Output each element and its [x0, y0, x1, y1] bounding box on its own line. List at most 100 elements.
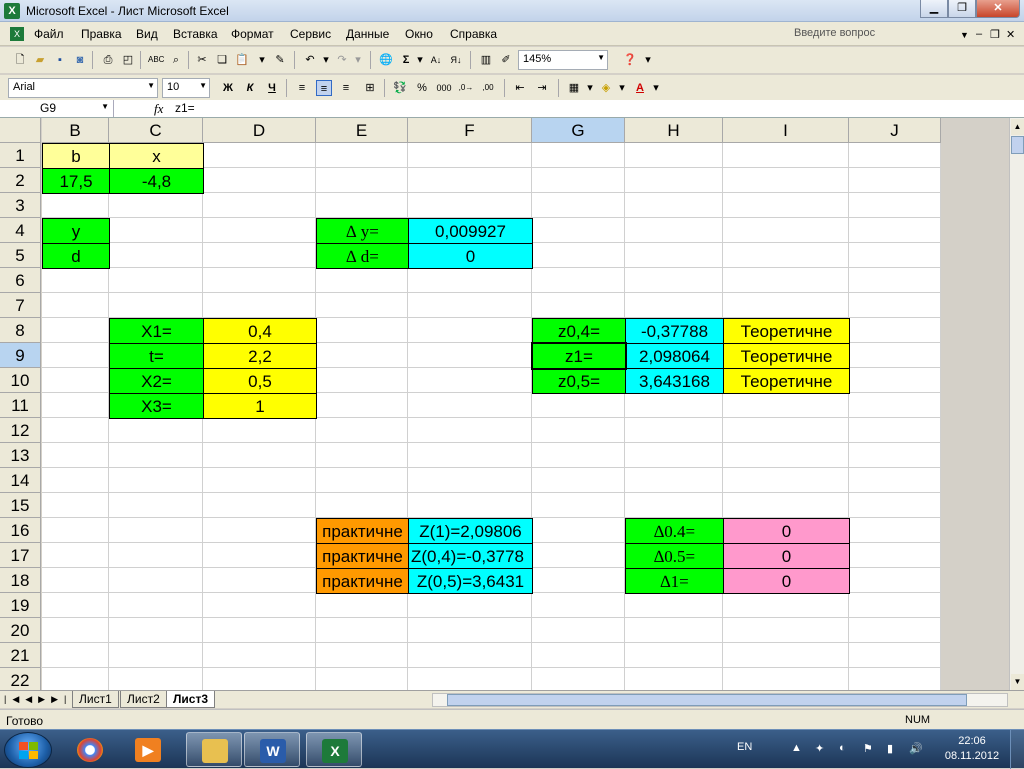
grid-cell[interactable] [316, 418, 408, 443]
row-header-18[interactable]: 18 [0, 568, 41, 593]
cut-icon[interactable]: ✂ [194, 52, 210, 68]
font-select[interactable]: Arial ▼ [8, 78, 158, 98]
grid-cell[interactable] [316, 618, 408, 643]
clock[interactable]: 22:06 08.11.2012 [944, 734, 1000, 764]
grid-cell[interactable] [532, 218, 625, 243]
grid-cell[interactable] [625, 193, 723, 218]
font-size-select[interactable]: 10 ▼ [162, 78, 210, 98]
italic-button[interactable]: К [242, 80, 258, 96]
grid-cell[interactable] [849, 318, 941, 343]
hyperlink-icon[interactable]: 🌐 [378, 52, 394, 68]
cell-d11[interactable]: 1 [203, 393, 317, 419]
grid-cell[interactable] [849, 543, 941, 568]
cell-g9[interactable]: z1= [532, 343, 626, 369]
grid-cell[interactable] [203, 468, 316, 493]
grid-cell[interactable] [849, 218, 941, 243]
grid-cell[interactable] [723, 618, 849, 643]
grid-cell[interactable] [408, 443, 532, 468]
undo-icon[interactable]: ↶ [302, 52, 318, 68]
cell-e5[interactable]: ∆ d= [316, 243, 409, 269]
cell-b2[interactable]: 17,5 [42, 168, 110, 194]
row-header-19[interactable]: 19 [0, 593, 41, 618]
grid-cell[interactable] [532, 268, 625, 293]
taskbar-excel[interactable]: X [306, 732, 362, 767]
vertical-scrollbar[interactable]: ▲ ▼ [1009, 118, 1024, 690]
menu-insert[interactable]: Вставка [173, 27, 218, 41]
row-header-16[interactable]: 16 [0, 518, 41, 543]
menu-help[interactable]: Справка [450, 27, 497, 41]
grid-cell[interactable] [723, 143, 849, 168]
decrease-decimal-icon[interactable]: ,00 [480, 80, 496, 96]
grid-cell[interactable] [408, 493, 532, 518]
align-center-icon[interactable]: ≡ [316, 80, 332, 96]
row-header-6[interactable]: 6 [0, 268, 41, 293]
horizontal-scrollbar[interactable] [432, 693, 1008, 707]
cell-f5[interactable]: 0 [408, 243, 533, 269]
volume-icon[interactable]: 🔊 [909, 742, 923, 756]
row-header-10[interactable]: 10 [0, 368, 41, 393]
grid-cell[interactable] [723, 193, 849, 218]
row-header-14[interactable]: 14 [0, 468, 41, 493]
cell-e17[interactable]: практичне [316, 543, 409, 569]
increase-decimal-icon[interactable]: ,0→ [458, 80, 474, 96]
cell-g10[interactable]: z0,5= [532, 368, 626, 394]
cell-i8[interactable]: Теоретичне [723, 318, 850, 344]
grid-cell[interactable] [849, 143, 941, 168]
borders-icon[interactable]: ▦ [566, 80, 582, 96]
horizontal-scroll-thumb[interactable] [447, 694, 967, 706]
grid-cell[interactable] [532, 618, 625, 643]
row-header-21[interactable]: 21 [0, 643, 41, 668]
grid-cell[interactable] [723, 443, 849, 468]
grid-cell[interactable] [408, 468, 532, 493]
grid-cell[interactable] [532, 593, 625, 618]
grid-cell[interactable] [203, 568, 316, 593]
grid-cell[interactable] [849, 443, 941, 468]
cell-e18[interactable]: практичне [316, 568, 409, 594]
cell-c10[interactable]: X2= [109, 368, 204, 394]
column-header-i[interactable]: I [723, 118, 849, 143]
insert-function-icon[interactable]: fx [154, 101, 163, 117]
grid-cell[interactable] [532, 393, 625, 418]
cell-h8[interactable]: -0,37788 [625, 318, 724, 344]
cell-e16[interactable]: практичне [316, 518, 409, 544]
grid-cell[interactable] [849, 368, 941, 393]
borders-dropdown-icon[interactable]: ▾ [582, 80, 598, 96]
cell-i9[interactable]: Теоретичне [723, 343, 850, 369]
grid-cell[interactable] [408, 618, 532, 643]
grid-cell[interactable] [109, 468, 203, 493]
grid-cell[interactable] [625, 493, 723, 518]
tab-sheet1[interactable]: Лист1 [72, 691, 119, 708]
help-icon[interactable]: ❓ [622, 52, 638, 68]
grid-cell[interactable] [408, 393, 532, 418]
grid-cell[interactable] [42, 618, 109, 643]
grid-cell[interactable] [42, 268, 109, 293]
grid-cell[interactable] [316, 343, 408, 368]
ask-question-input[interactable]: Введите вопрос [790, 25, 958, 43]
grid-cell[interactable] [723, 468, 849, 493]
grid-cell[interactable] [203, 543, 316, 568]
scroll-down-icon[interactable]: ▼ [1011, 674, 1024, 690]
column-header-h[interactable]: H [625, 118, 723, 143]
cell-d9[interactable]: 2,2 [203, 343, 317, 369]
grid-cell[interactable] [42, 593, 109, 618]
restore-button[interactable]: ❐ [948, 0, 976, 18]
redo-dropdown-icon[interactable]: ▾ [350, 52, 366, 68]
grid-cell[interactable] [408, 318, 532, 343]
taskbar-word[interactable]: W [244, 732, 300, 767]
grid-cell[interactable] [625, 443, 723, 468]
cell-f4[interactable]: 0,009927 [408, 218, 533, 244]
grid-cell[interactable] [42, 568, 109, 593]
new-icon[interactable]: 🗋 [12, 52, 28, 68]
open-icon[interactable]: ▰ [32, 52, 48, 68]
grid-cell[interactable] [849, 168, 941, 193]
start-button[interactable] [4, 732, 52, 768]
grid-cell[interactable] [203, 418, 316, 443]
autosum-dropdown-icon[interactable]: ▾ [412, 52, 428, 68]
vertical-scroll-thumb[interactable] [1011, 136, 1024, 154]
grid-cell[interactable] [316, 193, 408, 218]
grid-cell[interactable] [316, 593, 408, 618]
grid-cell[interactable] [109, 268, 203, 293]
grid-cell[interactable] [849, 643, 941, 668]
grid-cell[interactable] [109, 643, 203, 668]
network-icon[interactable]: ▮ [887, 742, 901, 756]
